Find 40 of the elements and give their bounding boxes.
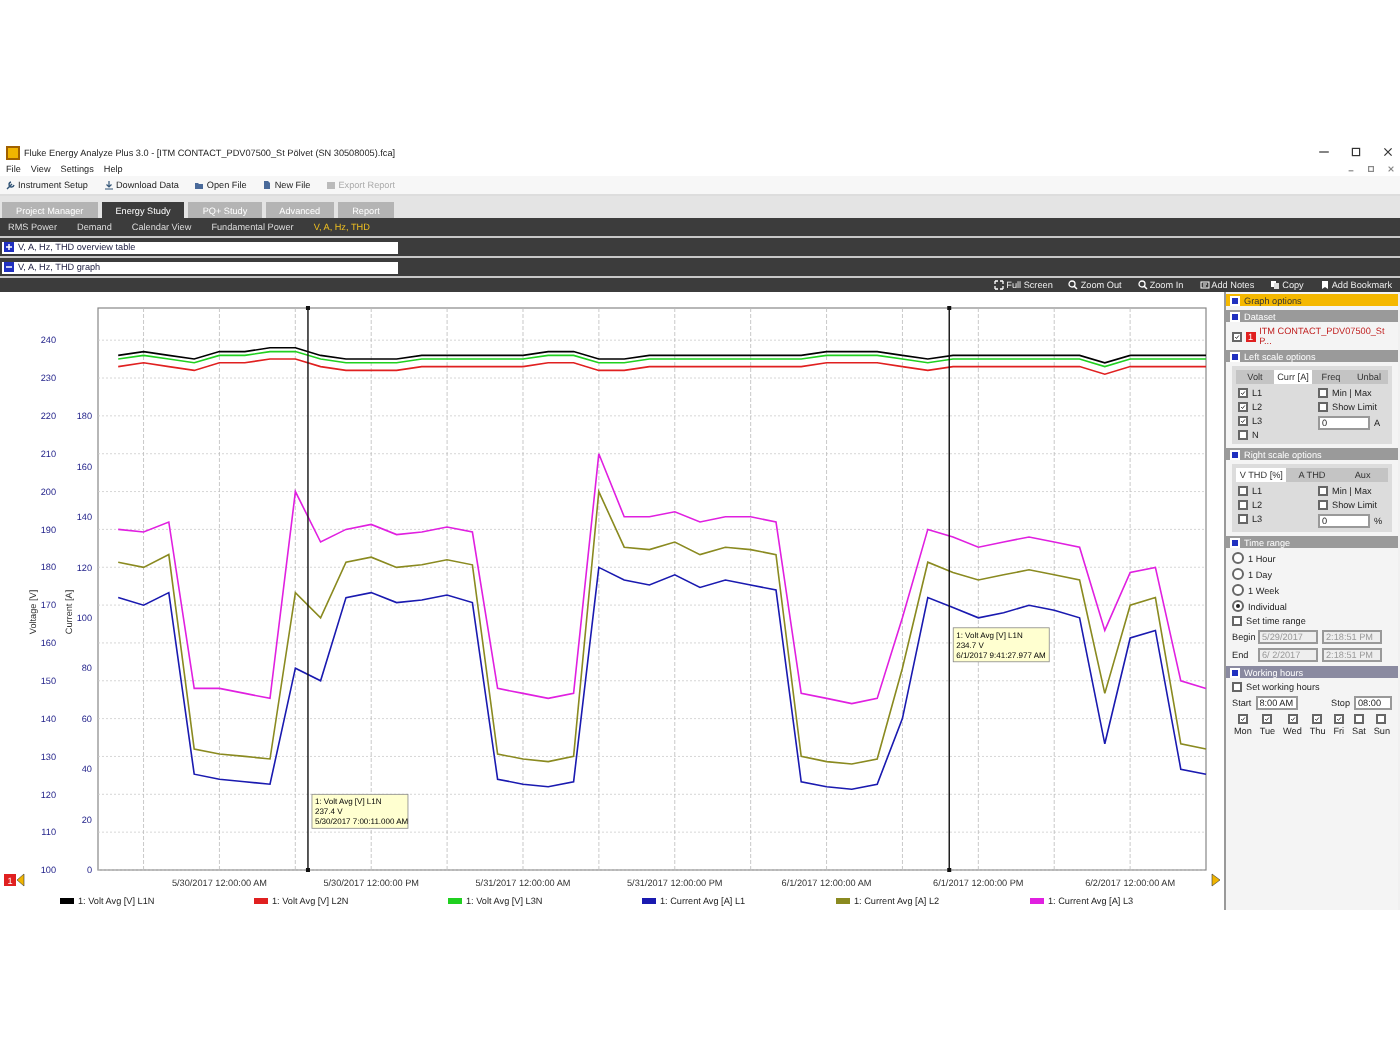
radio-button[interactable] <box>1232 600 1244 612</box>
download-icon <box>103 180 114 190</box>
tooltip-background <box>311 793 409 829</box>
radio-button[interactable] <box>1232 552 1244 564</box>
checkbox[interactable] <box>1238 430 1248 440</box>
radio-button[interactable] <box>1232 584 1244 596</box>
checkbox[interactable] <box>1238 416 1248 426</box>
app-icon <box>6 145 20 159</box>
cursor-line[interactable] <box>947 306 952 872</box>
checkbox[interactable] <box>1318 486 1328 496</box>
checkbox[interactable] <box>1287 714 1298 724</box>
checkbox[interactable] <box>1376 714 1387 724</box>
tooltip-background <box>952 627 1050 663</box>
radio-button[interactable] <box>1232 568 1244 580</box>
minimize-icon[interactable] <box>1318 146 1330 158</box>
checkbox[interactable] <box>1238 388 1248 398</box>
restore-icon[interactable] <box>1368 165 1374 171</box>
checkbox[interactable] <box>1318 388 1328 398</box>
report-icon <box>326 180 337 190</box>
close-icon[interactable] <box>1382 146 1394 158</box>
wrench-icon <box>6 180 16 190</box>
checkbox[interactable] <box>1353 714 1364 724</box>
checkbox[interactable] <box>1238 486 1248 496</box>
checkbox[interactable] <box>1232 331 1242 341</box>
checkbox[interactable] <box>1232 682 1242 692</box>
folder-icon <box>194 180 205 190</box>
maximize-icon[interactable] <box>1350 146 1362 158</box>
file-icon <box>262 180 273 190</box>
checkbox[interactable] <box>1312 714 1323 724</box>
checkbox[interactable] <box>1318 500 1328 510</box>
checkbox[interactable] <box>1238 514 1248 524</box>
cursor-line[interactable] <box>305 306 310 872</box>
checkbox[interactable] <box>1238 500 1248 510</box>
scroll-left-icon[interactable] <box>16 873 25 887</box>
checkbox[interactable] <box>1318 402 1328 412</box>
checkbox[interactable] <box>1238 402 1248 412</box>
checkbox[interactable] <box>1333 714 1344 724</box>
checkbox[interactable] <box>1262 714 1273 724</box>
checkbox[interactable] <box>1237 714 1248 724</box>
checkbox[interactable] <box>1232 616 1242 626</box>
